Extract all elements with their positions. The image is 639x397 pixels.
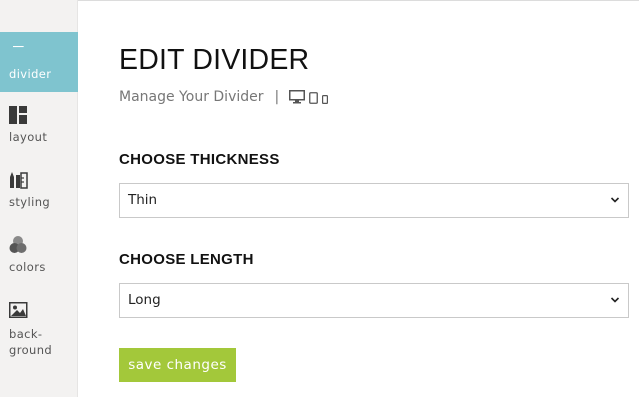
phone-icon[interactable]	[322, 95, 329, 104]
length-label: CHOOSE LENGTH	[119, 251, 254, 268]
sidebar-item-label: ground	[9, 343, 53, 357]
chevron-down-icon	[610, 297, 620, 303]
desktop-icon[interactable]	[289, 90, 306, 104]
sidebar-item-label: back-	[9, 327, 43, 341]
thickness-select-value: Thin	[128, 192, 158, 208]
sidebar-item-layout[interactable]: layout	[0, 106, 78, 150]
sidebar-item-styling[interactable]: styling	[0, 171, 78, 215]
sidebar: divider layout styling colors back- grou…	[0, 0, 78, 397]
save-changes-button[interactable]: save changes	[119, 348, 236, 382]
top-border	[78, 0, 639, 1]
chevron-down-icon	[610, 197, 620, 203]
page-title: EDIT DIVIDER	[119, 44, 310, 76]
subtitle: Manage Your Divider	[119, 89, 264, 105]
sidebar-item-colors[interactable]: colors	[0, 236, 78, 280]
separator: |	[274, 89, 280, 105]
background-image-icon	[9, 302, 28, 318]
sidebar-item-label: divider	[9, 67, 52, 81]
thickness-label: CHOOSE THICKNESS	[119, 151, 280, 168]
sidebar-item-label: styling	[9, 195, 51, 209]
sidebar-item-background[interactable]: back- ground	[0, 302, 78, 362]
tablet-icon[interactable]	[309, 92, 319, 104]
sidebar-item-label: layout	[9, 130, 48, 144]
sidebar-item-label: colors	[9, 260, 46, 274]
length-select-value: Long	[128, 292, 161, 308]
thickness-select[interactable]: Thin	[119, 183, 629, 218]
sidebar-item-divider[interactable]: divider	[0, 32, 78, 92]
colors-icon	[9, 236, 27, 253]
length-select[interactable]: Long	[119, 283, 629, 318]
device-icons	[289, 90, 329, 104]
subtitle-row: Manage Your Divider |	[119, 89, 329, 105]
layout-icon	[9, 106, 27, 124]
divider-icon	[13, 46, 24, 48]
styling-icon	[10, 172, 28, 189]
